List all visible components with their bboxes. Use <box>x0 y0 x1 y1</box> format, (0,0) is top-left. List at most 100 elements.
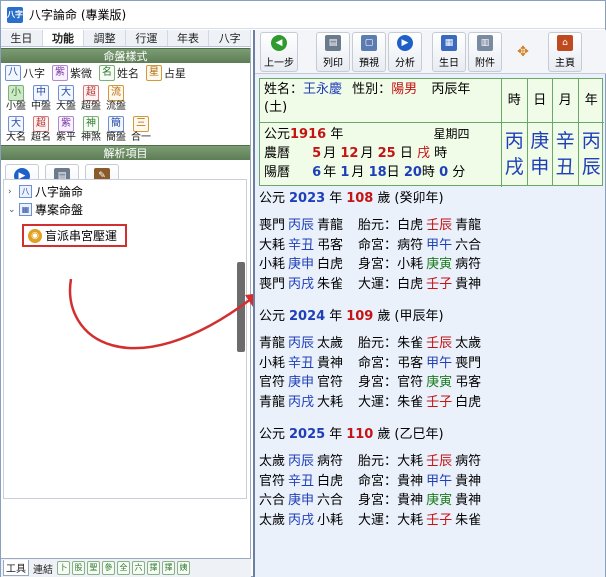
navigation-pad[interactable]: ✥ <box>508 32 538 72</box>
analysis-row: 喪門 丙戌 朱雀 大運：白虎 壬子 貴神 <box>259 275 603 295</box>
combined-button[interactable]: 三合一 <box>130 116 152 143</box>
mini-app-icon[interactable]: 股 <box>72 561 85 575</box>
analysis-cell: 白虎 <box>397 218 424 233</box>
simple-chart-button[interactable]: 簡簡盤 <box>105 116 127 143</box>
mini-app-icon[interactable]: 全 <box>117 561 130 575</box>
tab-adjust[interactable]: 調整 <box>84 30 127 46</box>
tab-links[interactable]: 連結 <box>31 561 55 576</box>
analysis-cell: 大耗 <box>397 512 424 528</box>
flow-chart-button[interactable]: 流流盤 <box>105 85 127 112</box>
gender-label: 性別： <box>352 82 392 97</box>
tree-node-root[interactable]: › 八 八字論命 <box>8 183 83 200</box>
year-ganzhi: 丙辰年 <box>431 82 471 97</box>
tab-yearly[interactable]: 年表 <box>168 30 210 46</box>
year-unit: 年 <box>329 191 343 206</box>
super-chart-button[interactable]: 超超盤 <box>80 85 102 112</box>
name-icon: 名 <box>99 65 115 81</box>
mini-app-icon[interactable]: 姨 <box>177 561 190 575</box>
attachment-label: 附件 <box>475 57 495 69</box>
bazi-icon: 八 <box>5 65 21 81</box>
mini-app-icon[interactable]: 擇 <box>147 561 160 575</box>
super-name-button[interactable]: 超超名 <box>30 116 52 143</box>
month-unit: 月 <box>351 165 365 180</box>
style-name-button[interactable]: 名姓名 <box>99 65 139 81</box>
analysis-cell: 喪門 <box>455 355 482 371</box>
person-name: 王永慶 <box>303 82 343 97</box>
year-value: 2025 <box>289 427 326 442</box>
tree-case-label: 專案命盤 <box>35 203 84 217</box>
analysis-cell: 青龍 <box>455 218 482 233</box>
year-unit: 年 <box>323 165 337 180</box>
style-label: 神煞 <box>81 132 101 143</box>
attachment-button[interactable]: ▥ 附件 <box>468 31 502 72</box>
big-name-icon: 大 <box>8 116 24 132</box>
section-analysis: 解析項目 <box>1 145 250 160</box>
tree-node-case[interactable]: ⌄ ▦ 專案命盤 <box>8 201 83 218</box>
birth-info-box: 姓名：王永慶 性別：陽男 丙辰年 (土) 公元1916 年 星期四 農曆 5月 … <box>259 78 604 187</box>
preview-button[interactable]: ▢ 預視 <box>352 31 386 72</box>
analysis-cell: 丙戌 <box>288 394 315 410</box>
left-tab-strip: 生日 功能 調整 行運 年表 八字 <box>1 30 252 47</box>
tree-selected-label: 盲派串宮壓運 <box>45 229 118 243</box>
pillar-header: 年 <box>578 79 604 123</box>
mini-app-icon[interactable]: 聖 <box>87 561 100 575</box>
yearly-analysis: 公元 2023 年 108 歲 (癸卯年) 喪門 丙辰 青龍 胎元：白虎 壬辰 青龍 大耗 辛丑 弔客 命宮：… <box>259 188 603 568</box>
home-button[interactable]: ⌂ 主頁 <box>548 31 582 72</box>
tab-tools[interactable]: 工具 <box>3 560 29 576</box>
analysis-cell: 小耗 <box>259 355 286 371</box>
combined-icon: 三 <box>133 116 149 132</box>
style-bazi-button[interactable]: 八八字 <box>5 65 45 81</box>
small-chart-button[interactable]: 小小盤 <box>5 85 27 112</box>
style-label: 合一 <box>131 132 151 143</box>
analysis-cell: 壬辰 <box>426 218 453 233</box>
analysis-cell: 太歲 <box>455 336 482 351</box>
back-label: 上一步 <box>264 57 294 69</box>
style-row-3: 大大名 超超名 紫紫平 神神煞 簡簡盤 三合一 <box>1 114 250 145</box>
analyze-button-right[interactable]: ▶ 分析 <box>388 31 422 72</box>
tab-functions[interactable]: 功能 <box>42 30 85 46</box>
birthday-button[interactable]: ▦ 生日 <box>432 31 466 72</box>
solar-year-num: 6 <box>312 165 322 180</box>
mini-app-icon[interactable]: 參 <box>102 561 115 575</box>
year-value: 2024 <box>289 309 326 324</box>
medium-chart-button[interactable]: 中中盤 <box>30 85 52 112</box>
lunar-label: 農曆 <box>264 146 291 161</box>
year-element: (土) <box>264 100 288 115</box>
tab-bazi[interactable]: 八字 <box>209 30 252 46</box>
hour-unit: 時 <box>434 146 448 161</box>
tab-luck[interactable]: 行運 <box>126 30 168 46</box>
analysis-cell: 大運： <box>358 276 398 292</box>
ziping-button[interactable]: 紫紫平 <box>55 116 77 143</box>
style-ziwei-button[interactable]: 紫紫微 <box>52 65 92 81</box>
year-unit: 年 <box>329 309 343 324</box>
tree-node-selected[interactable]: ◉ 盲派串宮壓運 <box>22 224 128 247</box>
mini-app-icon[interactable]: 卜 <box>57 561 70 575</box>
analysis-cell: 丙辰 <box>288 454 315 469</box>
section-chart-style: 命盤樣式 <box>1 48 250 63</box>
pillar-stem: 庚 <box>530 130 550 152</box>
analysis-cell: 胎元： <box>358 218 398 233</box>
analysis-row: 太歲 丙辰 病符 胎元：大耗 壬辰 病符 <box>259 452 603 472</box>
big-name-button[interactable]: 大大名 <box>5 116 27 143</box>
analysis-cell: 庚寅 <box>426 375 453 390</box>
home-icon: ⌂ <box>557 34 573 51</box>
date-cell: 公元1916 年 星期四 農曆 5月 12 月 25 日 戌 時 陽曆 6年 1月 <box>260 123 502 187</box>
tab-birthday[interactable]: 生日 <box>1 30 43 46</box>
shensha-button[interactable]: 神神煞 <box>80 116 102 143</box>
print-preview-button[interactable]: ▤ 列印 <box>316 31 350 72</box>
analysis-cell: 命宮： <box>358 355 398 371</box>
mini-app-icon[interactable]: 六 <box>132 561 145 575</box>
analysis-cell: 六合 <box>455 237 482 253</box>
back-button[interactable]: ◀ 上一步 <box>260 31 298 72</box>
style-row-1: 八八字 紫紫微 名姓名 星占星 <box>1 63 250 83</box>
chevron-down-icon: ⌄ <box>8 204 16 215</box>
large-chart-button[interactable]: 大大盤 <box>55 85 77 112</box>
analysis-cell: 命宮： <box>358 237 398 253</box>
back-arrow-icon: ◀ <box>271 34 287 51</box>
pillar-header: 日 <box>527 79 552 123</box>
mini-app-icon[interactable]: 擇 <box>162 561 175 575</box>
analysis-cell: 庚申 <box>288 493 315 508</box>
tree-scrollbar[interactable] <box>237 262 245 352</box>
style-astro-button[interactable]: 星占星 <box>146 65 186 81</box>
analysis-cell: 丙戌 <box>288 512 315 528</box>
